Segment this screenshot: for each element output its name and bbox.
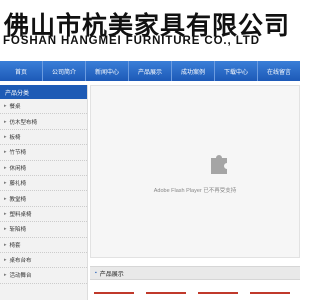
sidebar-item[interactable]: ▸ 教堂椅 <box>0 191 87 207</box>
sidebar-item-label: 塑料桌椅 <box>9 211 32 218</box>
arrow-icon: ▸ <box>4 257 7 264</box>
nav-item-about[interactable]: 公司简介 <box>43 61 86 81</box>
sidebar-item-label: 休闲椅 <box>9 165 27 172</box>
sidebar-item[interactable]: ▸ 塑料桌椅 <box>0 207 87 223</box>
nav-item-products[interactable]: 产品展示 <box>129 61 172 81</box>
product-thumbnail[interactable] <box>94 292 134 300</box>
nav-item-cases[interactable]: 成功案例 <box>172 61 215 81</box>
company-name-en: FOSHAN HANGMEI FURNITURE CO., LTD <box>3 35 260 47</box>
product-thumbnail[interactable] <box>198 292 238 300</box>
sidebar-item[interactable]: ▸ 板椅 <box>0 130 87 146</box>
nav-item-news[interactable]: 新闻中心 <box>86 61 129 81</box>
sidebar-item[interactable]: ▸ 仿木型布椅 <box>0 114 87 130</box>
arrow-icon: ▸ <box>4 241 7 248</box>
sidebar-item-label: 餐桌 <box>9 104 21 111</box>
sidebar-item[interactable]: ▸ 斩陷椅 <box>0 222 87 238</box>
sidebar-item-label: 斩陷椅 <box>9 227 27 234</box>
arrow-icon: ▸ <box>4 180 7 187</box>
sidebar-item-label: 藤礼椅 <box>9 181 27 188</box>
flash-unsupported-message: Adobe Flash Player 已不再受支持 <box>153 188 237 194</box>
arrow-icon: ▸ <box>4 272 7 279</box>
arrow-icon: ▸ <box>4 226 7 233</box>
products-title: 产品展示 <box>99 271 124 278</box>
product-thumbnail[interactable] <box>146 292 186 300</box>
sidebar-item-label: 板椅 <box>9 134 21 141</box>
sidebar-item-label: 椅套 <box>9 242 21 249</box>
sidebar-title: 产品分类 <box>0 85 87 99</box>
arrow-icon: ▸ <box>4 103 7 110</box>
arrow-icon: ▸ <box>4 133 7 140</box>
sidebar-item-label: 仿木型布椅 <box>9 119 38 126</box>
sidebar-item[interactable]: ▸ 餐桌 <box>0 99 87 115</box>
arrow-icon: ▸ <box>4 149 7 156</box>
category-list: ▸ 餐桌 ▸ 仿木型布椅 ▸ 板椅 ▸ 竹节椅 ▸ 休闲椅 ▸ 藤礼椅 ▸ 教堂椅 ▸ 塑料桌椅… <box>0 99 87 284</box>
sidebar-item-label: 教堂椅 <box>9 196 27 203</box>
arrow-icon: ▸ <box>4 210 7 217</box>
sidebar-item-label: 活动舞台 <box>9 273 32 280</box>
site-header: 佛山市杭美家具有限公司 FOSHAN HANGMEI FURNITURE CO.… <box>0 0 300 58</box>
product-thumbnails <box>90 280 300 300</box>
sidebar-item[interactable]: ▸ 桌布台布 <box>0 253 87 269</box>
arrow-icon: ▸ <box>4 195 7 202</box>
nav-item-downloads[interactable]: 下载中心 <box>215 61 258 81</box>
sidebar-item[interactable]: ▸ 竹节椅 <box>0 145 87 161</box>
arrow-icon: ▸ <box>4 118 7 125</box>
arrow-icon: ▸ <box>4 164 7 171</box>
product-category-sidebar: 产品分类 ▸ 餐桌 ▸ 仿木型布椅 ▸ 板椅 ▸ 竹节椅 ▸ 休闲椅 ▸ 藤礼椅 ▸ 教堂椅 … <box>0 85 88 300</box>
sidebar-item-label: 竹节椅 <box>9 150 27 157</box>
sidebar-item[interactable]: ▸ 活动舞台 <box>0 268 87 284</box>
products-section: ▪ 产品展示 <box>90 266 300 300</box>
product-thumbnail[interactable] <box>250 292 290 300</box>
sidebar-item-label: 桌布台布 <box>9 258 32 265</box>
sidebar-item[interactable]: ▸ 椅套 <box>0 238 87 253</box>
puzzle-plugin-icon <box>211 155 227 174</box>
main-nav: 首页 公司简介 新闻中心 产品展示 成功案例 下载中心 在线留言 <box>0 61 300 81</box>
products-header: ▪ 产品展示 <box>90 266 300 280</box>
sidebar-item[interactable]: ▸ 休闲椅 <box>0 161 87 176</box>
flash-banner-placeholder[interactable]: Adobe Flash Player 已不再受支持 <box>90 85 300 258</box>
nav-item-home[interactable]: 首页 <box>0 61 43 81</box>
nav-item-message[interactable]: 在线留言 <box>258 61 300 81</box>
sidebar-item[interactable]: ▸ 藤礼椅 <box>0 176 87 192</box>
bullet-icon: ▪ <box>95 270 97 276</box>
